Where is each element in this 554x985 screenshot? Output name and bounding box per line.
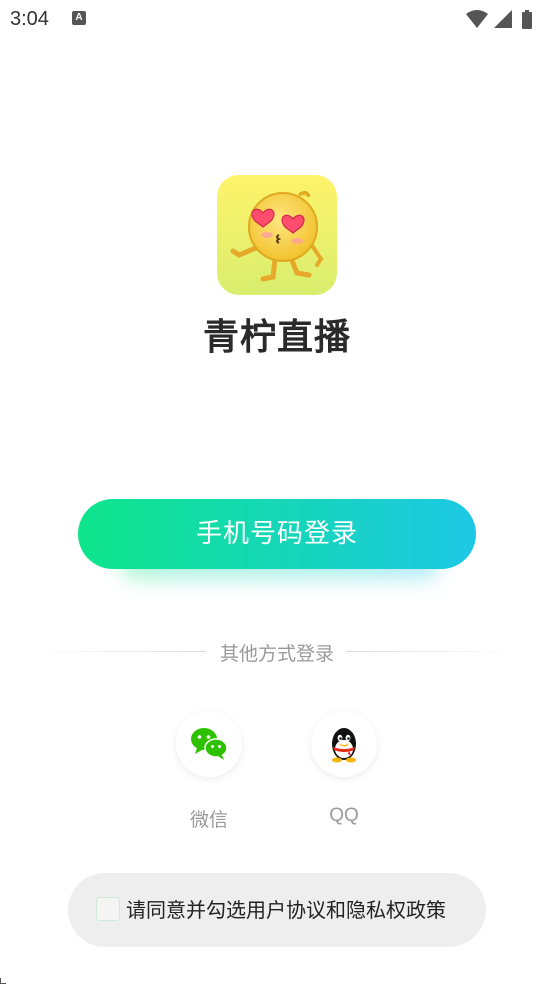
status-bar: 3:04 A <box>0 0 554 38</box>
corner-mark <box>0 978 6 984</box>
qq-icon <box>332 728 356 763</box>
wechat-login-button[interactable] <box>176 711 242 777</box>
phone-login-button[interactable]: 手机号码登录 <box>78 499 476 569</box>
other-methods-label: 其他方式登录 <box>219 643 334 665</box>
wifi-icon <box>466 10 488 28</box>
toast-text: 请同意并勾选用户协议和隐私权政策 <box>126 898 446 922</box>
qq-label: QQ <box>329 805 359 826</box>
app-name: 青柠直播 <box>202 317 351 358</box>
battery-icon <box>522 10 532 29</box>
signal-icon <box>494 10 512 28</box>
divider-right <box>346 651 521 652</box>
notification-a-icon: A <box>72 11 86 25</box>
wechat-label: 微信 <box>189 809 228 831</box>
app-logo <box>217 175 337 295</box>
lemon-mascot-logo <box>217 175 337 295</box>
status-time: 3:04 <box>10 8 49 30</box>
qq-login-button[interactable] <box>311 711 377 777</box>
wechat-icon <box>191 728 228 760</box>
agreement-toast: 请同意并勾选用户协议和隐私权政策 <box>68 873 486 947</box>
status-icons <box>464 8 544 30</box>
